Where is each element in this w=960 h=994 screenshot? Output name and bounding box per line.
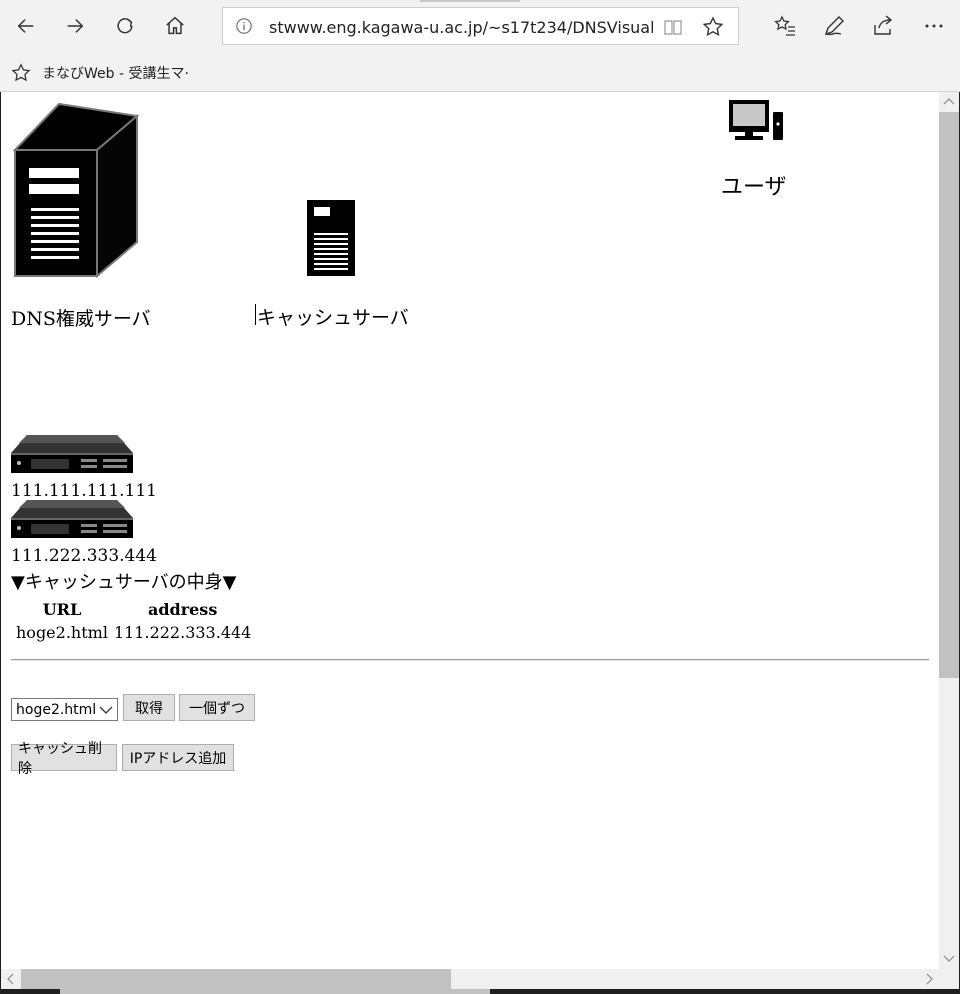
page-viewport: DNS権威サーバ キャッシュサーバ ユーザ 111.111.111.111 11… bbox=[1, 92, 939, 969]
favorite-label[interactable]: まなびWeb - 受講生マ· bbox=[42, 63, 189, 83]
favorites-bar: まなびWeb - 受講生マ· bbox=[0, 56, 960, 90]
reading-view-icon[interactable] bbox=[663, 17, 683, 37]
host-server-icon bbox=[11, 435, 133, 473]
table-header-row: URL address bbox=[14, 599, 253, 620]
site-info-icon[interactable] bbox=[235, 17, 253, 35]
authoritative-server-icon bbox=[13, 102, 140, 278]
authoritative-server-label: DNS権威サーバ bbox=[11, 308, 151, 330]
host-ip-label: 111.222.333.444 bbox=[11, 546, 158, 566]
refresh-icon bbox=[117, 18, 133, 34]
fetch-button[interactable]: 取得 bbox=[123, 694, 175, 721]
step-button[interactable]: 一個ずつ bbox=[179, 694, 255, 721]
taskbar-segment bbox=[60, 989, 490, 994]
active-tab-indicator bbox=[420, 0, 520, 2]
host-ip-label: 111.111.111.111 bbox=[11, 481, 158, 501]
scroll-up-icon[interactable] bbox=[943, 96, 955, 108]
user-computer-icon bbox=[729, 100, 783, 140]
more-button[interactable] bbox=[920, 12, 948, 40]
favorites-hub-button[interactable] bbox=[771, 12, 799, 40]
table-row: hoge2.html 111.222.333.444 bbox=[14, 622, 253, 643]
cache-contents-heading: ▼キャッシュサーバの中身▼ bbox=[11, 572, 237, 593]
chevron-down-icon bbox=[99, 706, 113, 714]
browser-toolbar: stwww.eng.kagawa-u.ac.jp/~s17t234/DNSVis… bbox=[0, 0, 960, 92]
back-button[interactable] bbox=[10, 10, 42, 42]
forward-button[interactable] bbox=[59, 10, 91, 42]
favorite-item[interactable]: まなびWeb - 受講生マ· bbox=[10, 62, 189, 84]
user-label: ユーザ bbox=[721, 175, 787, 200]
favorites-list-icon bbox=[774, 15, 795, 36]
cell-url: hoge2.html bbox=[16, 623, 108, 642]
clear-cache-button[interactable]: キャッシュ削除 bbox=[11, 741, 117, 777]
cache-server-icon bbox=[307, 200, 355, 276]
horizontal-scrollbar[interactable] bbox=[1, 969, 939, 989]
scrollbar-corner bbox=[939, 969, 959, 989]
cell-address: 111.222.333.444 bbox=[113, 623, 252, 642]
column-header-url: URL bbox=[42, 600, 82, 619]
home-button[interactable] bbox=[159, 10, 191, 42]
share-icon bbox=[874, 15, 893, 35]
cache-server-label: キャッシュサーバ bbox=[257, 307, 409, 329]
cache-table: URL address hoge2.html 111.222.333.444 bbox=[12, 597, 255, 645]
column-header-address: address bbox=[147, 600, 218, 619]
share-button[interactable] bbox=[869, 12, 897, 40]
address-bar[interactable]: stwww.eng.kagawa-u.ac.jp/~s17t234/DNSVis… bbox=[222, 7, 739, 45]
pen-icon bbox=[824, 16, 844, 36]
more-dots-icon bbox=[925, 24, 943, 28]
vertical-scrollbar[interactable] bbox=[939, 92, 959, 969]
window-bottom-edge bbox=[0, 989, 960, 994]
star-outline-icon bbox=[11, 63, 31, 82]
scroll-left-icon[interactable] bbox=[5, 973, 17, 985]
url-select-value: hoge2.html bbox=[16, 701, 97, 718]
text-caret bbox=[255, 304, 256, 325]
scroll-down-icon[interactable] bbox=[943, 952, 955, 964]
add-ip-button[interactable]: IPアドレス追加 bbox=[122, 744, 234, 771]
refresh-button[interactable] bbox=[109, 10, 141, 42]
url-select[interactable]: hoge2.html bbox=[11, 698, 118, 721]
url-text[interactable]: stwww.eng.kagawa-u.ac.jp/~s17t234/DNSVis… bbox=[269, 18, 653, 37]
vertical-scroll-thumb[interactable] bbox=[939, 112, 959, 678]
host-server-icon bbox=[11, 500, 133, 538]
back-arrow-icon bbox=[17, 19, 34, 33]
scroll-right-icon[interactable] bbox=[923, 973, 935, 985]
favorite-star-icon[interactable] bbox=[701, 15, 725, 39]
web-note-button[interactable] bbox=[820, 12, 848, 40]
divider bbox=[11, 659, 929, 661]
home-icon bbox=[166, 16, 184, 35]
horizontal-scroll-thumb[interactable] bbox=[21, 969, 451, 989]
forward-arrow-icon bbox=[67, 19, 84, 33]
